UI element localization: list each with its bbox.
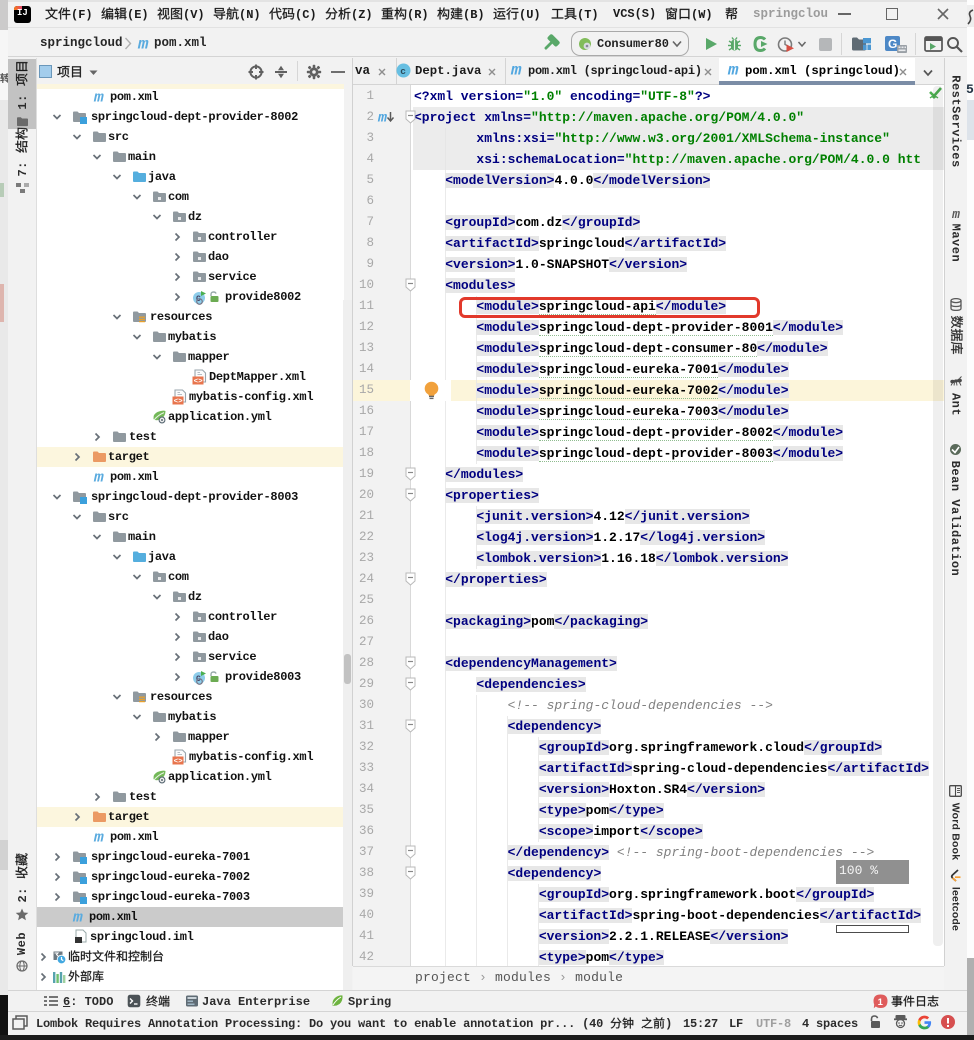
svg-text:G: G xyxy=(888,37,897,51)
svg-text:c: c xyxy=(400,66,406,77)
svg-text:<>: <> xyxy=(194,378,204,386)
svg-text:<>: <> xyxy=(174,758,184,766)
svg-text:1: 1 xyxy=(878,997,884,1008)
svg-text:<>: <> xyxy=(174,398,184,406)
